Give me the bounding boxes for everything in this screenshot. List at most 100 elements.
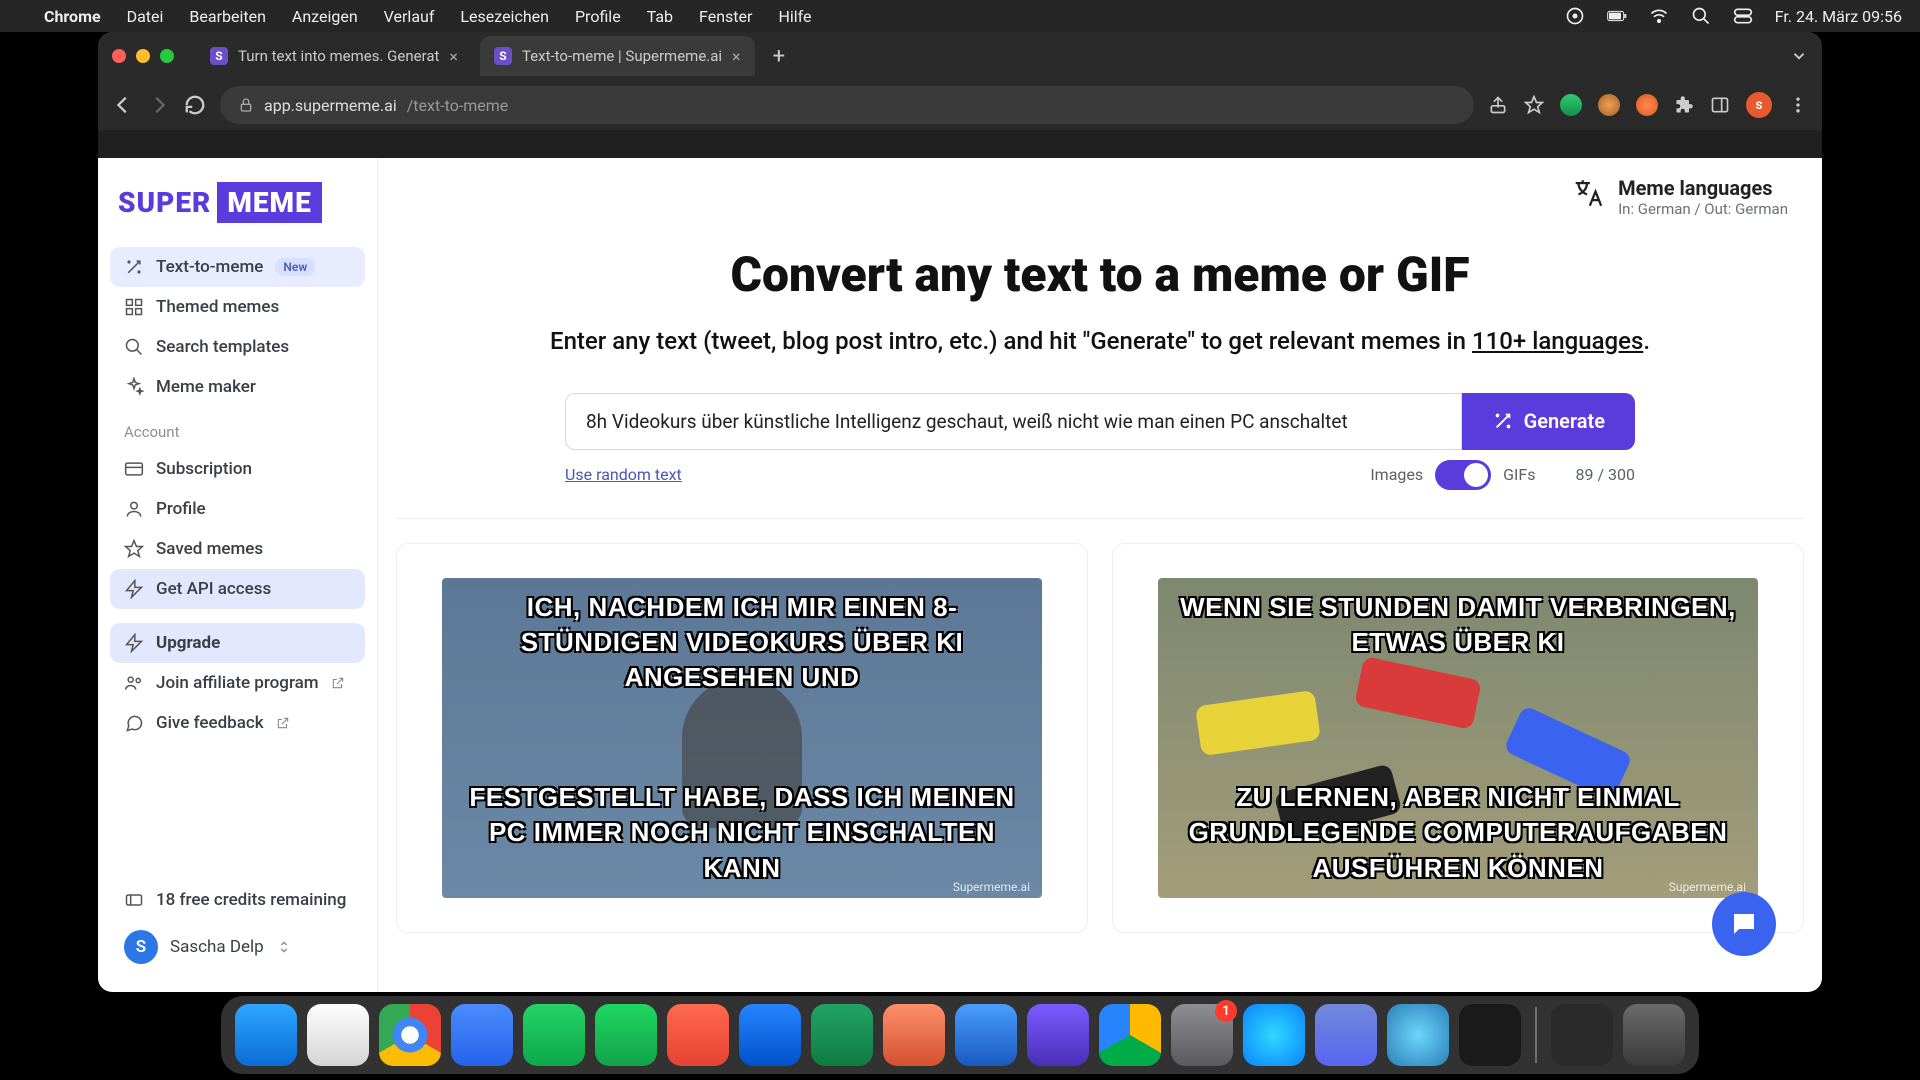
sidebar-item-label: 18 free credits remaining [156, 890, 346, 910]
user-avatar: S [124, 930, 158, 964]
sidebar-item-meme-maker[interactable]: Meme maker [110, 367, 365, 407]
browser-tab[interactable]: S Text-to-meme | Supermeme.ai × [480, 36, 755, 76]
forward-button[interactable] [148, 94, 170, 116]
sidebar-item-label: Join affiliate program [156, 673, 319, 693]
dock-app-imovie[interactable] [1027, 1004, 1089, 1066]
dock-app-excel[interactable] [811, 1004, 873, 1066]
dock-app-quicktime[interactable] [1387, 1004, 1449, 1066]
close-window-icon[interactable] [112, 49, 126, 63]
menu-item[interactable]: Bearbeiten [189, 7, 266, 26]
menu-item[interactable]: Tab [647, 7, 673, 26]
record-icon[interactable] [1565, 6, 1585, 26]
languages-link[interactable]: 110+ languages [1472, 327, 1643, 355]
dock-app-trash[interactable] [1623, 1004, 1685, 1066]
dock-app-chrome[interactable] [379, 1004, 441, 1066]
close-tab-icon[interactable]: × [449, 47, 458, 66]
sidebar: SUPERMEME Text-to-meme New Themed memes … [98, 158, 378, 992]
mode-toggle[interactable] [1435, 460, 1491, 490]
maximize-window-icon[interactable] [160, 49, 174, 63]
dock-app-spotify[interactable] [595, 1004, 657, 1066]
menu-item[interactable]: Lesezeichen [460, 7, 549, 26]
sidebar-item-label: Themed memes [156, 297, 279, 317]
meme-result-card[interactable]: WENN SIE STUNDEN DAMIT VERBRINGEN, ETWAS… [1112, 543, 1804, 933]
dock-app-word[interactable] [955, 1004, 1017, 1066]
app-logo[interactable]: SUPERMEME [118, 182, 357, 223]
dock-app-powerpoint[interactable] [883, 1004, 945, 1066]
dock-app-mission[interactable] [1551, 1004, 1613, 1066]
menu-item[interactable]: Hilfe [778, 7, 811, 26]
language-subtitle: In: German / Out: German [1618, 200, 1788, 218]
menu-item[interactable]: Datei [127, 7, 164, 26]
mac-menubar: Chrome Datei Bearbeiten Anzeigen Verlauf… [0, 0, 1920, 32]
dock-app-todoist[interactable] [667, 1004, 729, 1066]
meme-top-text: WENN SIE STUNDEN DAMIT VERBRINGEN, ETWAS… [1158, 584, 1758, 666]
tab-strip: S Turn text into memes. Generat × S Text… [98, 32, 1822, 80]
new-tab-button[interactable]: + [763, 44, 795, 69]
url-host: app.supermeme.ai [264, 96, 397, 115]
reload-button[interactable] [184, 94, 206, 116]
menubar-clock[interactable]: Fr. 24. März 09:56 [1775, 7, 1902, 26]
page-subtitle: Enter any text (tweet, blog post intro, … [438, 325, 1762, 359]
dock-app-safari[interactable] [307, 1004, 369, 1066]
meme-result-card[interactable]: ICH, NACHDEM ICH MIR EINEN 8-STÜNDIGEN V… [396, 543, 1088, 933]
dock-app-voice[interactable] [1459, 1004, 1521, 1066]
user-menu[interactable]: S Sascha Delp [110, 920, 365, 974]
dock-app-finder[interactable] [235, 1004, 297, 1066]
extension-icon[interactable] [1598, 94, 1620, 116]
side-panel-icon[interactable] [1710, 95, 1730, 115]
browser-toolbar: app.supermeme.ai/text-to-meme s [98, 80, 1822, 130]
sidebar-item-label: Get API access [156, 579, 271, 599]
dock-app-settings[interactable]: 1 [1171, 1004, 1233, 1066]
sidebar-item-api-access[interactable]: Get API access [110, 569, 365, 609]
sidebar-item-themed-memes[interactable]: Themed memes [110, 287, 365, 327]
tab-title: Text-to-meme | Supermeme.ai [522, 47, 722, 65]
menu-item[interactable]: Anzeigen [292, 7, 358, 26]
random-text-link[interactable]: Use random text [565, 465, 682, 484]
sidebar-item-subscription[interactable]: Subscription [110, 449, 365, 489]
wifi-icon[interactable] [1649, 6, 1669, 26]
extensions-icon[interactable] [1674, 95, 1694, 115]
wand-icon [124, 257, 144, 277]
sidebar-item-feedback[interactable]: Give feedback [110, 703, 365, 743]
bookmark-icon[interactable] [1524, 95, 1544, 115]
menubar-app-name[interactable]: Chrome [44, 7, 101, 26]
dock-app-whatsapp[interactable] [523, 1004, 585, 1066]
control-center-icon[interactable] [1733, 6, 1753, 26]
dock-app-siri[interactable] [1243, 1004, 1305, 1066]
language-selector[interactable]: Meme languages In: German / Out: German [1570, 176, 1788, 218]
extension-icon[interactable] [1560, 94, 1582, 116]
share-icon[interactable] [1488, 95, 1508, 115]
tab-overflow-icon[interactable] [1790, 47, 1808, 65]
sidebar-item-search-templates[interactable]: Search templates [110, 327, 365, 367]
close-tab-icon[interactable]: × [732, 47, 741, 66]
sidebar-item-saved-memes[interactable]: Saved memes [110, 529, 365, 569]
back-button[interactable] [112, 94, 134, 116]
generate-button[interactable]: Generate [1462, 393, 1635, 450]
dock-app-trello[interactable] [739, 1004, 801, 1066]
menu-item[interactable]: Verlauf [384, 7, 435, 26]
address-bar[interactable]: app.supermeme.ai/text-to-meme [220, 86, 1474, 124]
profile-avatar[interactable]: s [1746, 92, 1772, 118]
minimize-window-icon[interactable] [136, 49, 150, 63]
sidebar-item-upgrade[interactable]: Upgrade [110, 623, 365, 663]
search-icon[interactable] [1691, 6, 1711, 26]
dock-app-discord[interactable] [1315, 1004, 1377, 1066]
extension-icon[interactable] [1636, 94, 1658, 116]
sidebar-item-text-to-meme[interactable]: Text-to-meme New [110, 247, 365, 287]
sidebar-item-affiliate[interactable]: Join affiliate program [110, 663, 365, 703]
chat-support-button[interactable] [1712, 892, 1776, 956]
battery-icon[interactable] [1607, 6, 1627, 26]
users-icon [124, 673, 144, 693]
sidebar-item-profile[interactable]: Profile [110, 489, 365, 529]
meme-image: ICH, NACHDEM ICH MIR EINEN 8-STÜNDIGEN V… [442, 578, 1042, 898]
prompt-input[interactable] [565, 393, 1462, 450]
meme-bottom-text: ZU LERNEN, ABER NICHT EINMAL GRUNDLEGEND… [1158, 774, 1758, 891]
chrome-menu-icon[interactable] [1788, 95, 1808, 115]
dock-app-zoom[interactable] [451, 1004, 513, 1066]
chrome-window: S Turn text into memes. Generat × S Text… [98, 32, 1822, 992]
menu-item[interactable]: Fenster [699, 7, 752, 26]
browser-tab[interactable]: S Turn text into memes. Generat × [196, 36, 472, 76]
results-grid: ICH, NACHDEM ICH MIR EINEN 8-STÜNDIGEN V… [378, 519, 1822, 957]
dock-app-drive[interactable] [1099, 1004, 1161, 1066]
menu-item[interactable]: Profile [575, 7, 621, 26]
